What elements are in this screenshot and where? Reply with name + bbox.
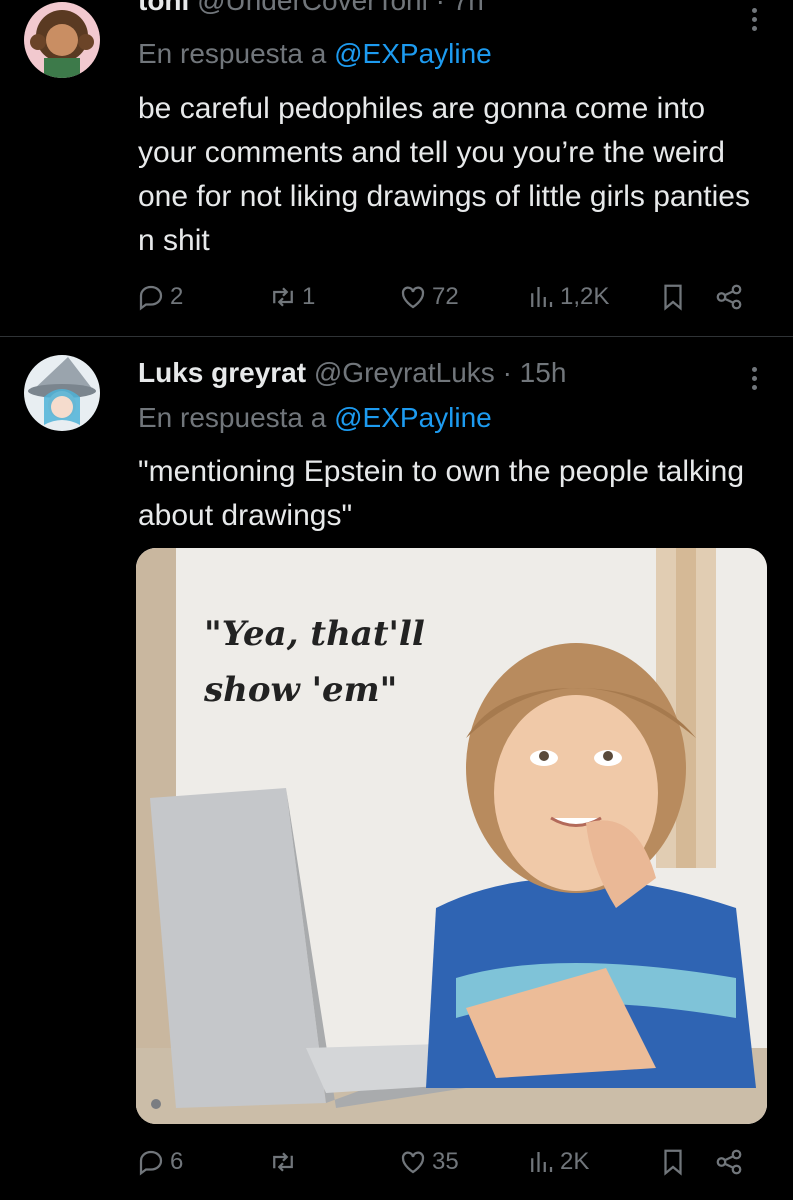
views-icon bbox=[531, 1152, 553, 1172]
meme-caption: "Yea, that'll show 'em" bbox=[204, 606, 425, 718]
timestamp[interactable]: 7h bbox=[453, 0, 484, 16]
reply-icon bbox=[139, 285, 163, 311]
reply-prefix: En respuesta a bbox=[138, 402, 327, 433]
share-button[interactable] bbox=[714, 282, 744, 312]
action-bar: 6 35 2K bbox=[136, 1147, 756, 1187]
reply-button[interactable]: 6 bbox=[136, 1147, 183, 1177]
like-button[interactable]: 72 bbox=[398, 282, 459, 312]
reply-prefix: En respuesta a bbox=[138, 38, 327, 69]
bookmark-icon bbox=[664, 1149, 682, 1176]
bookmark-button[interactable] bbox=[658, 282, 688, 312]
retweet-button[interactable]: 1 bbox=[268, 282, 315, 312]
share-icon bbox=[716, 284, 742, 310]
views-count: 2K bbox=[560, 1148, 590, 1175]
retweet-button[interactable] bbox=[268, 1147, 302, 1177]
meme-caption-line: show 'em" bbox=[204, 670, 398, 710]
more-icon[interactable] bbox=[752, 4, 757, 35]
more-icon[interactable] bbox=[752, 363, 757, 394]
display-name[interactable]: toni bbox=[138, 0, 189, 16]
like-count: 72 bbox=[432, 283, 459, 310]
timestamp[interactable]: 15h bbox=[520, 357, 567, 388]
handle[interactable]: @GreyratLuks bbox=[314, 357, 495, 388]
reply-icon bbox=[139, 1150, 163, 1176]
retweet-icon bbox=[273, 287, 293, 307]
views-icon bbox=[531, 287, 553, 307]
tweet[interactable]: toni @UnderCoverToni · 7h En respuesta a… bbox=[0, 0, 793, 337]
like-button[interactable]: 35 bbox=[398, 1147, 459, 1177]
reply-count: 6 bbox=[170, 1148, 184, 1175]
tweet-header: toni @UnderCoverToni · 7h bbox=[138, 0, 484, 17]
views-button[interactable]: 2K bbox=[526, 1147, 589, 1177]
reply-context: En respuesta a @EXPayline bbox=[138, 402, 492, 434]
reply-handle-link[interactable]: @EXPayline bbox=[334, 38, 492, 69]
separator-dot: · bbox=[435, 0, 445, 16]
retweet-count: 1 bbox=[302, 283, 316, 310]
views-count: 1,2K bbox=[560, 283, 610, 310]
share-button[interactable] bbox=[714, 1147, 744, 1177]
reply-context: En respuesta a @EXPayline bbox=[138, 38, 492, 70]
reply-handle-link[interactable]: @EXPayline bbox=[334, 402, 492, 433]
separator-dot: · bbox=[502, 357, 512, 388]
tweet-text: "mentioning Epstein to own the people ta… bbox=[138, 455, 745, 532]
action-bar: 2 1 72 1,2K bbox=[136, 282, 756, 322]
retweet-icon bbox=[273, 1152, 293, 1172]
handle[interactable]: @UnderCoverToni bbox=[197, 0, 428, 16]
tweet[interactable]: Luks greyrat @GreyratLuks · 15h En respu… bbox=[0, 337, 793, 1200]
like-count: 35 bbox=[432, 1148, 459, 1175]
views-button[interactable]: 1,2K bbox=[526, 282, 609, 312]
display-name[interactable]: Luks greyrat bbox=[138, 357, 306, 388]
reply-count: 2 bbox=[170, 283, 184, 310]
bookmark-button[interactable] bbox=[658, 1147, 688, 1177]
avatar[interactable] bbox=[24, 2, 100, 78]
reply-button[interactable]: 2 bbox=[136, 282, 183, 312]
like-icon bbox=[401, 286, 425, 309]
like-icon bbox=[401, 1151, 425, 1174]
tweet-media-image[interactable]: "Yea, that'll show 'em" bbox=[136, 548, 767, 1124]
avatar[interactable] bbox=[24, 355, 100, 431]
tweet-header: Luks greyrat @GreyratLuks · 15h bbox=[138, 357, 566, 389]
tweet-text: be careful pedophiles are gonna come int… bbox=[138, 92, 750, 257]
share-icon bbox=[716, 1149, 742, 1175]
bookmark-icon bbox=[664, 284, 682, 311]
meme-caption-line: "Yea, that'll bbox=[204, 614, 425, 654]
